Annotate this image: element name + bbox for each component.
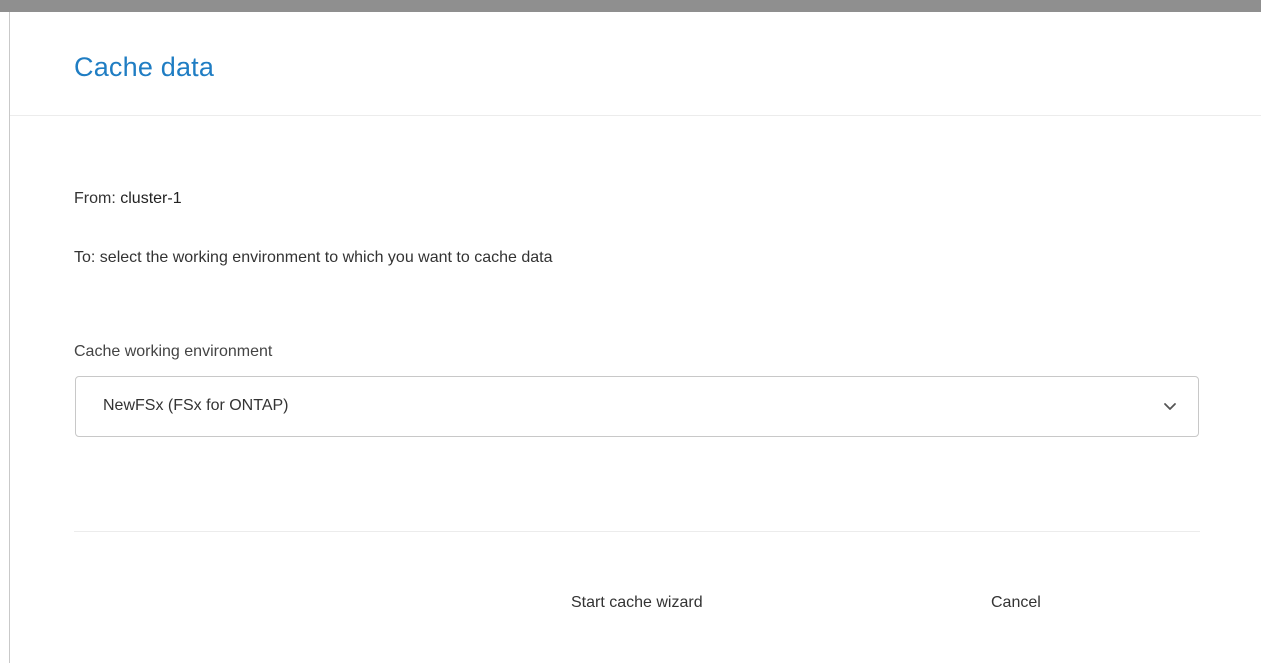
cache-environment-label: Cache working environment: [74, 343, 273, 360]
from-label: From:: [74, 190, 116, 207]
dialog-title: Cache data: [74, 52, 215, 82]
chevron-down-icon: [1164, 403, 1176, 410]
to-instruction: To: select the working environment to wh…: [74, 249, 553, 266]
cache-environment-select[interactable]: NewFSx (FSx for ONTAP): [75, 376, 1199, 437]
selected-environment: NewFSx (FSx for ONTAP): [103, 397, 289, 414]
cancel-button[interactable]: Cancel: [981, 588, 1051, 618]
cache-data-dialog: Cache data From: cluster-1 To: select th…: [9, 12, 1261, 663]
from-line: From: cluster-1: [74, 190, 182, 208]
footer-divider: [74, 531, 1200, 532]
background-app-strip: [0, 0, 1261, 12]
start-cache-wizard-button[interactable]: Start cache wizard: [561, 588, 713, 618]
dialog-header: Cache data: [10, 12, 1261, 116]
from-value: cluster-1: [120, 190, 182, 207]
